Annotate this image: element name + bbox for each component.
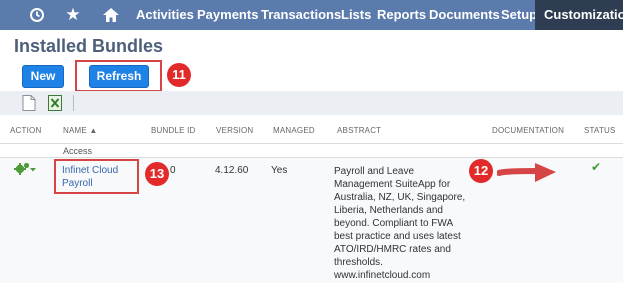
nav-activities[interactable]: Activities [136, 0, 194, 30]
new-button[interactable]: New [22, 65, 64, 88]
bundle-name-link[interactable]: Infinet Cloud Payroll [62, 164, 134, 190]
callout-13: 13 [145, 162, 169, 186]
refresh-button[interactable]: Refresh [89, 65, 149, 88]
nav-customization[interactable]: Customization [535, 0, 623, 30]
nav-setup[interactable]: Setup [501, 0, 537, 30]
toolbar-divider [73, 95, 74, 111]
list-toolbar [0, 91, 623, 115]
page-title: Installed Bundles [14, 36, 164, 56]
nav-transactions[interactable]: Transactions [261, 0, 341, 30]
action-menu-icon[interactable] [14, 162, 38, 181]
col-header-abstract[interactable]: ABSTRACT [337, 126, 381, 135]
status-check-icon: ✔ [591, 160, 602, 174]
top-navigation-bar: ★ Activities Payments Transactions Lists… [0, 0, 623, 30]
arrow-right-icon [497, 163, 556, 182]
nav-lists[interactable]: Lists [341, 0, 371, 30]
home-icon[interactable] [100, 0, 122, 30]
nav-documents[interactable]: Documents [429, 0, 500, 30]
col-header-action: ACTION [10, 126, 42, 135]
row-divider [0, 157, 623, 158]
col-header-version[interactable]: VERSION [216, 126, 253, 135]
callout-11: 11 [167, 63, 191, 87]
callout-12: 12 [469, 159, 493, 183]
export-excel-icon[interactable] [48, 95, 62, 111]
col-header-bundle-id[interactable]: BUNDLE ID [151, 126, 195, 135]
previous-row-peek: Access [63, 146, 93, 156]
col-header-managed[interactable]: MANAGED [273, 126, 315, 135]
abstract-text: Payroll and Leave Management SuiteApp fo… [334, 166, 466, 281]
version-value: 4.12.60 [215, 165, 249, 176]
col-header-name[interactable]: NAME ▲ [63, 126, 97, 135]
history-icon[interactable] [27, 0, 47, 30]
col-header-documentation[interactable]: DOCUMENTATION [492, 126, 564, 135]
print-icon[interactable] [22, 95, 36, 111]
nav-payments[interactable]: Payments [197, 0, 258, 30]
nav-reports[interactable]: Reports [377, 0, 426, 30]
header-divider [0, 143, 623, 144]
star-icon[interactable]: ★ [63, 0, 83, 30]
bundle-id-value: 0 [170, 165, 176, 176]
col-header-status[interactable]: STATUS [584, 126, 616, 135]
managed-value: Yes [271, 165, 288, 176]
